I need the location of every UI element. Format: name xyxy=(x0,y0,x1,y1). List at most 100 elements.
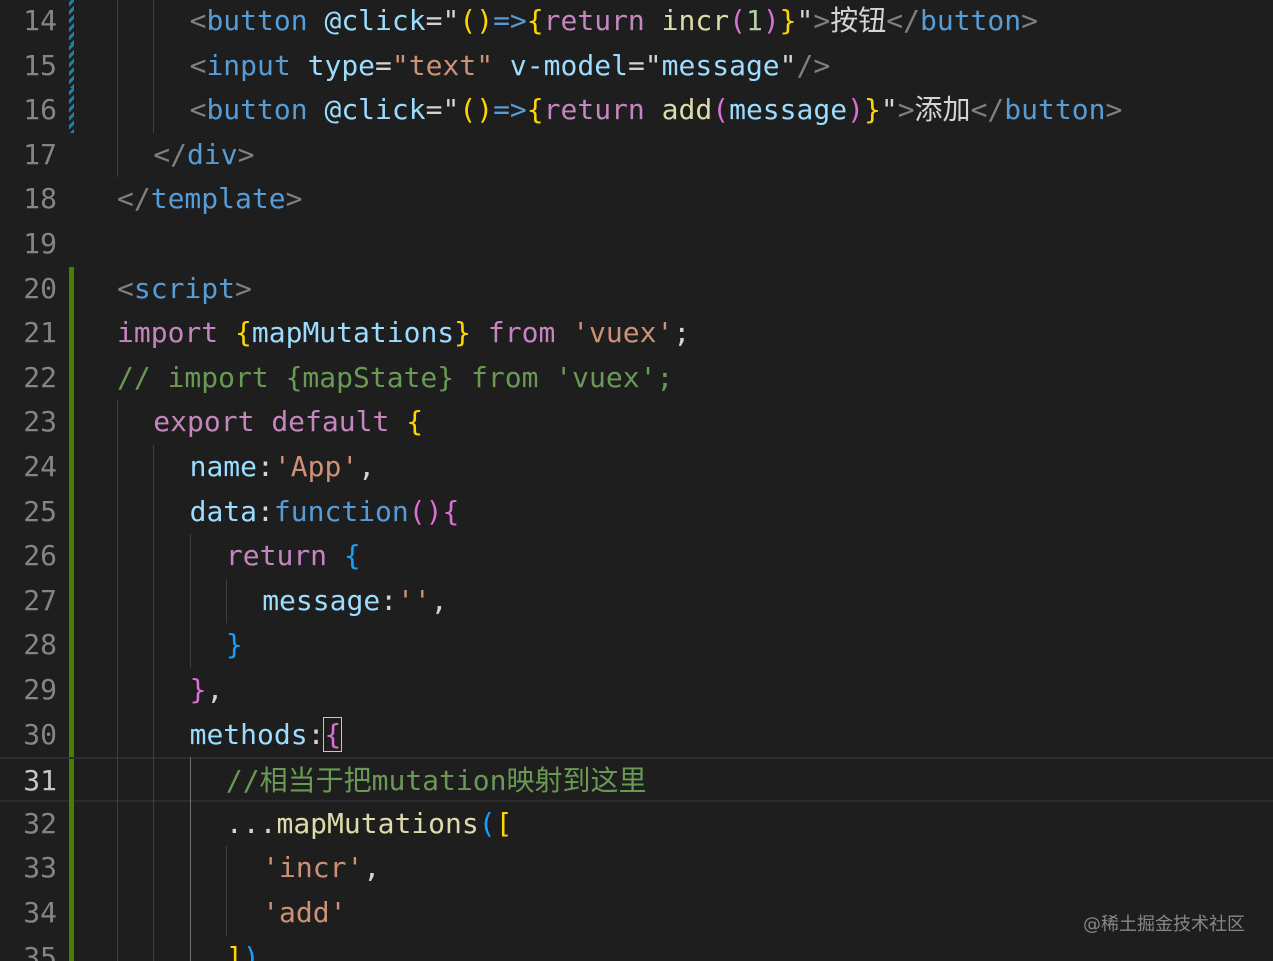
code-token: { xyxy=(442,494,460,528)
code-line[interactable]: 32 ...mapMutations([ xyxy=(0,801,1273,847)
code-line[interactable]: 34 'add' xyxy=(0,891,1273,936)
code-token: </ xyxy=(153,137,188,171)
code-token: incr xyxy=(661,4,730,37)
code-token: = xyxy=(627,48,645,82)
code-content: data:function(){ xyxy=(190,490,460,535)
code-token: " xyxy=(779,48,797,82)
gutter-added-marker xyxy=(69,846,74,891)
line-number: 29 xyxy=(23,673,57,706)
code-token: " xyxy=(880,93,898,127)
line-number: 24 xyxy=(23,450,57,483)
code-line[interactable]: 18 </template> xyxy=(0,177,1273,222)
code-line[interactable]: 30 methods:{ xyxy=(0,712,1273,758)
code-line[interactable]: 19 xyxy=(0,222,1273,267)
code-content: </div> xyxy=(153,133,254,178)
code-token: < xyxy=(189,4,207,37)
code-token: : xyxy=(257,494,274,528)
gutter-added-marker xyxy=(69,935,74,961)
indent-guide xyxy=(225,578,227,624)
line-number: 27 xyxy=(23,583,57,617)
code-line[interactable]: 17 </div> xyxy=(0,133,1273,178)
line-number: 17 xyxy=(23,137,57,171)
indent-guide xyxy=(153,445,155,961)
gutter-added-marker xyxy=(69,445,74,490)
code-token: type xyxy=(307,48,376,82)
code-content: <script> xyxy=(117,267,252,312)
line-number: 25 xyxy=(23,494,57,528)
code-token: ... xyxy=(225,806,277,840)
code-token: template xyxy=(150,182,286,216)
code-token: 1 xyxy=(745,4,763,37)
code-content: import {mapMutations} from 'vuex'; xyxy=(117,311,690,356)
indent-guide xyxy=(189,757,191,961)
code-token: 'App' xyxy=(273,450,359,483)
code-line[interactable]: 24 name:'App', xyxy=(0,445,1273,490)
code-content: }, xyxy=(190,668,224,713)
code-token: { xyxy=(526,4,544,37)
code-token: button xyxy=(206,93,308,127)
line-number: 34 xyxy=(23,896,57,929)
code-line[interactable]: 35]) xyxy=(0,935,1273,961)
gutter-added-marker xyxy=(69,311,74,356)
code-content: <button @click="()=>{return incr(1)}">按钮… xyxy=(190,0,1038,44)
code-token: > xyxy=(1105,93,1123,127)
code-line[interactable]: 16 <button @click="()=>{return add(messag… xyxy=(0,88,1273,133)
code-content: export default { xyxy=(153,400,423,445)
line-number: 26 xyxy=(23,539,57,573)
code-line[interactable]: 20 <script> xyxy=(0,266,1273,312)
indent-guide xyxy=(117,400,118,961)
code-editor[interactable]: @稀土掘金技术社区 14 <button @click="()=>{return … xyxy=(0,0,1273,961)
code-line[interactable]: 22 // import {mapState} from 'vuex'; xyxy=(0,355,1273,401)
line-number: 16 xyxy=(23,93,57,127)
code-line[interactable]: 23 export default { xyxy=(0,400,1273,445)
code-token: v-model xyxy=(509,48,628,82)
gutter-added-marker xyxy=(69,355,74,401)
code-content: //相当于把mutation映射到这里 xyxy=(226,759,647,804)
code-token: > xyxy=(237,137,255,171)
code-token: 'vuex' xyxy=(572,316,674,350)
code-token: mapMutations xyxy=(276,806,479,840)
code-token: < xyxy=(189,93,207,127)
code-token: @click xyxy=(324,93,426,127)
gutter-added-marker xyxy=(69,578,74,624)
code-line[interactable]: 29}, xyxy=(0,668,1273,713)
code-line[interactable]: 21 import {mapMutations} from 'vuex'; xyxy=(0,311,1273,356)
code-token: </ xyxy=(117,182,151,216)
code-token: ] xyxy=(225,940,243,961)
gutter-added-marker xyxy=(69,623,74,668)
code-token: " xyxy=(796,4,814,37)
code-token: button xyxy=(1004,93,1106,127)
code-line[interactable]: 28} xyxy=(0,623,1273,668)
line-number: 20 xyxy=(23,271,57,305)
code-token: , xyxy=(430,583,448,617)
gutter-changed-marker xyxy=(69,43,74,89)
code-content: ]) xyxy=(226,936,260,961)
code-line[interactable]: 15 <input type="text" v-model="message"/> xyxy=(0,43,1273,89)
indent-guide xyxy=(189,534,191,668)
code-token: { xyxy=(235,316,252,350)
code-token: () xyxy=(459,93,494,127)
code-token: export xyxy=(153,405,255,439)
code-token: > xyxy=(1021,4,1038,37)
code-token: () xyxy=(408,494,443,528)
code-line[interactable]: 14 <button @click="()=>{return incr(1)}">… xyxy=(0,0,1273,44)
code-token: script xyxy=(133,271,236,305)
code-token: , xyxy=(358,450,376,483)
code-token: { xyxy=(323,716,343,752)
code-token: () xyxy=(459,4,494,37)
code-token: " xyxy=(442,93,460,127)
code-line[interactable]: 27 message:'', xyxy=(0,578,1273,624)
gutter-added-marker xyxy=(69,489,74,535)
code-line[interactable]: 25 data:function(){ xyxy=(0,489,1273,535)
code-token: /> xyxy=(796,48,831,82)
code-token: [ xyxy=(495,806,513,840)
code-line[interactable]: 33 'incr', xyxy=(0,846,1273,891)
code-token: message xyxy=(262,583,381,617)
code-line[interactable]: 26 return { xyxy=(0,534,1273,579)
code-token: < xyxy=(117,271,134,305)
code-line[interactable]: 31 //相当于把mutation映射到这里 xyxy=(0,757,1273,804)
